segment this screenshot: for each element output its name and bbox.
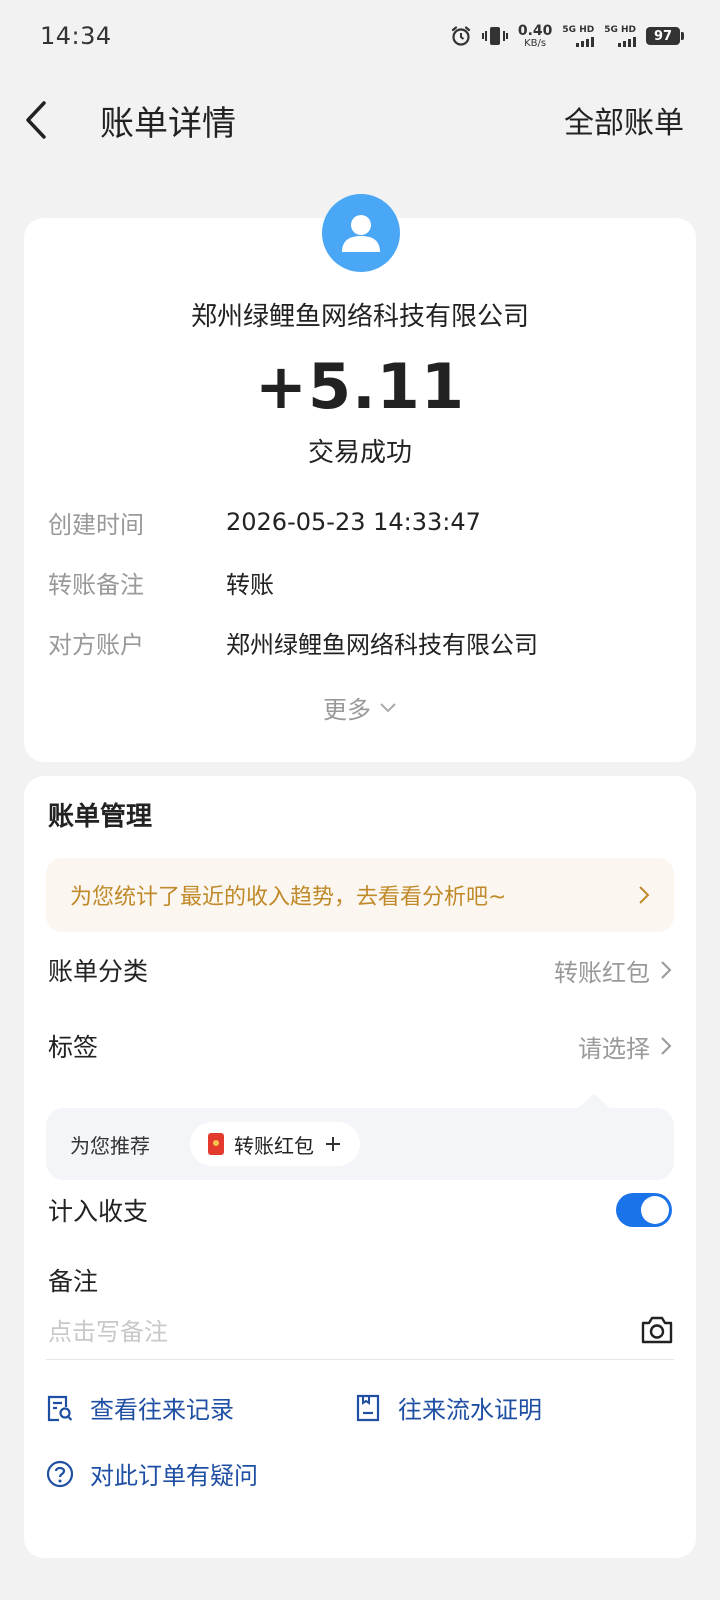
chevron-right-icon: [661, 961, 672, 979]
user-icon: [342, 215, 380, 252]
page-title: 账单详情: [100, 103, 236, 144]
sim1-label: 5G HD: [562, 24, 595, 35]
detail-row-created: 创建时间 2026-05-23 14:33:47: [48, 502, 672, 542]
tag-label: 标签: [48, 1033, 99, 1062]
section-title: 账单管理: [48, 802, 153, 832]
recommend-chip-label: 转账红包: [234, 1133, 314, 1158]
status-indicators: 0.40 KB/s 5G HD 5G HD 97: [450, 24, 684, 49]
tag-value: 请选择: [578, 1034, 650, 1063]
chevron-left-icon: [26, 101, 46, 139]
detail-label: 创建时间: [48, 510, 144, 539]
sim1-signal-icon: 5G HD: [562, 24, 595, 47]
search-record-icon: [47, 1395, 73, 1421]
income-analysis-banner[interactable]: 为您统计了最近的收入趋势，去看看分析吧~: [46, 858, 674, 932]
bill-management-card: 账单管理 为您统计了最近的收入趋势，去看看分析吧~ 账单分类 转账红包 标签 请…: [24, 776, 696, 1558]
view-history-link[interactable]: 查看往来记录: [46, 1390, 234, 1425]
back-button[interactable]: [24, 95, 64, 145]
memo-label: 备注: [48, 1267, 99, 1296]
more-button[interactable]: 更多: [24, 690, 696, 725]
sim2-signal-icon: 5G HD: [604, 24, 636, 47]
order-question-link[interactable]: 对此订单有疑问: [46, 1456, 258, 1491]
category-value: 转账红包: [554, 958, 650, 987]
question-icon: [46, 1460, 74, 1487]
all-bills-link[interactable]: 全部账单: [564, 98, 684, 142]
status-bar: 14:34 0.40 KB/s 5G HD 5G HD 97: [0, 0, 720, 72]
tag-row[interactable]: 标签 请选择: [48, 1018, 672, 1074]
detail-row-memo: 转账备注 转账: [48, 562, 672, 602]
net-speed-value: 0.40: [517, 22, 553, 39]
document-icon: [356, 1394, 380, 1421]
nav-bar: 账单详情 全部账单: [0, 82, 720, 158]
link-label: 对此订单有疑问: [90, 1462, 258, 1490]
banner-text: 为您统计了最近的收入趋势，去看看分析吧~: [70, 885, 507, 910]
net-speed-unit: KB/s: [524, 37, 547, 49]
alarm-icon: [450, 25, 472, 47]
plus-icon: [326, 1137, 340, 1151]
vibrate-icon: [481, 25, 508, 47]
battery-icon: 97: [646, 27, 684, 45]
payee-name: 郑州绿鲤鱼网络科技有限公司: [190, 302, 529, 332]
category-label: 账单分类: [48, 957, 149, 986]
network-speed: 0.40 KB/s: [518, 24, 553, 49]
link-label: 查看往来记录: [90, 1396, 234, 1424]
amount: +5.11: [255, 350, 465, 423]
detail-value: 2026-05-23 14:33:47: [226, 508, 481, 536]
chevron-right-icon: [639, 886, 650, 904]
count-in-row: 计入收支: [48, 1182, 672, 1238]
recommend-label: 为您推荐: [70, 1133, 150, 1158]
sim2-label: 5G HD: [604, 24, 636, 35]
detail-value: 郑州绿鲤鱼网络科技有限公司: [226, 630, 538, 659]
avatar: [322, 194, 400, 272]
chevron-down-icon: [380, 702, 396, 712]
bill-category-row[interactable]: 账单分类 转账红包: [48, 942, 672, 998]
detail-label: 转账备注: [48, 570, 144, 599]
count-in-label: 计入收支: [48, 1197, 149, 1226]
count-in-toggle[interactable]: [616, 1193, 672, 1227]
memo-input[interactable]: [46, 1317, 566, 1346]
status-time: 14:34: [40, 22, 112, 50]
camera-icon[interactable]: [640, 1315, 674, 1349]
detail-label: 对方账户: [48, 630, 144, 659]
chevron-right-icon: [661, 1037, 672, 1055]
memo-input-row: [46, 1304, 674, 1360]
recommend-tag-chip[interactable]: 转账红包: [190, 1122, 360, 1166]
statement-proof-link[interactable]: 往来流水证明: [354, 1390, 542, 1425]
more-label: 更多: [323, 696, 371, 724]
detail-row-account: 对方账户 郑州绿鲤鱼网络科技有限公司: [48, 622, 672, 662]
transaction-card: 郑州绿鲤鱼网络科技有限公司 +5.11 交易成功 创建时间 2026-05-23…: [24, 194, 696, 762]
link-label: 往来流水证明: [398, 1396, 542, 1424]
red-envelope-icon: [208, 1133, 224, 1155]
detail-value: 转账: [226, 570, 274, 599]
tag-recommendation: 为您推荐 转账红包: [46, 1094, 674, 1180]
trade-status: 交易成功: [307, 438, 412, 468]
